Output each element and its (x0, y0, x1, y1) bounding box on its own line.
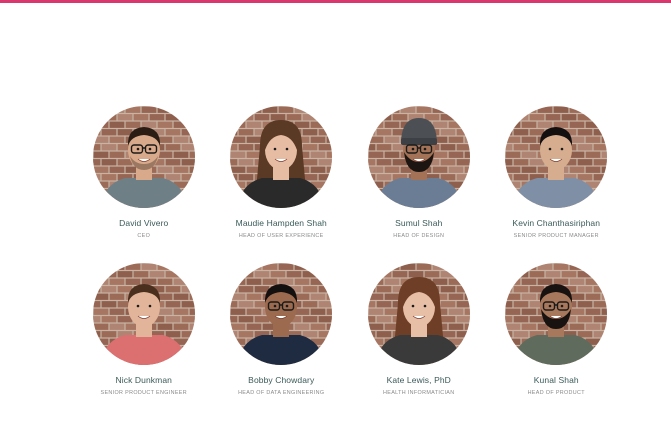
team-member-card: Kevin Chanthasiriphan Senior Product Man… (488, 106, 626, 263)
portrait-photo (367, 106, 470, 208)
member-role: Head of User Experience (238, 233, 324, 239)
top-accent-bar (0, 0, 671, 3)
portrait-photo (505, 263, 608, 365)
avatar[interactable] (367, 106, 470, 208)
team-member-card: David Vivero CEO (75, 106, 213, 263)
team-member-card: Bobby Chowdary Head of Data Engineering (213, 263, 351, 420)
team-grid: David Vivero CEO Maudie Hampden Shah Hea… (75, 106, 626, 420)
team-member-card: Kunal Shah Head of Product (488, 263, 626, 420)
avatar[interactable] (92, 106, 195, 208)
member-name: Kevin Chanthasiriphan (512, 218, 601, 228)
member-role: Head of Data Engineering (238, 390, 325, 396)
avatar[interactable] (505, 263, 608, 365)
member-role: Senior Product Manager (513, 233, 599, 239)
portrait-photo (92, 106, 195, 208)
member-name: Maudie Hampden Shah (235, 218, 327, 228)
member-role: CEO (137, 233, 151, 239)
team-member-card: Sumul Shah Head of Design (350, 106, 488, 263)
member-name: Sumul Shah (395, 218, 443, 228)
member-name: David Vivero (119, 218, 169, 228)
portrait-photo (230, 106, 333, 208)
portrait-photo (367, 263, 470, 365)
team-member-card: Nick Dunkman Senior Product Engineer (75, 263, 213, 420)
avatar[interactable] (230, 263, 333, 365)
member-name: Kunal Shah (533, 375, 579, 385)
member-name: Nick Dunkman (115, 375, 172, 385)
avatar[interactable] (505, 106, 608, 208)
member-role: Head of Product (527, 390, 585, 396)
avatar[interactable] (92, 263, 195, 365)
member-role: Senior Product Engineer (100, 390, 187, 396)
member-name: Bobby Chowdary (248, 375, 315, 385)
avatar[interactable] (230, 106, 333, 208)
portrait-photo (230, 263, 333, 365)
portrait-photo (505, 106, 608, 208)
portrait-photo (92, 263, 195, 365)
avatar[interactable] (367, 263, 470, 365)
member-role: Health Informatician (383, 390, 455, 396)
team-member-card: Kate Lewis, PhD Health Informatician (350, 263, 488, 420)
member-role: Head of Design (393, 233, 445, 239)
member-name: Kate Lewis, PhD (386, 375, 451, 385)
team-member-card: Maudie Hampden Shah Head of User Experie… (213, 106, 351, 263)
